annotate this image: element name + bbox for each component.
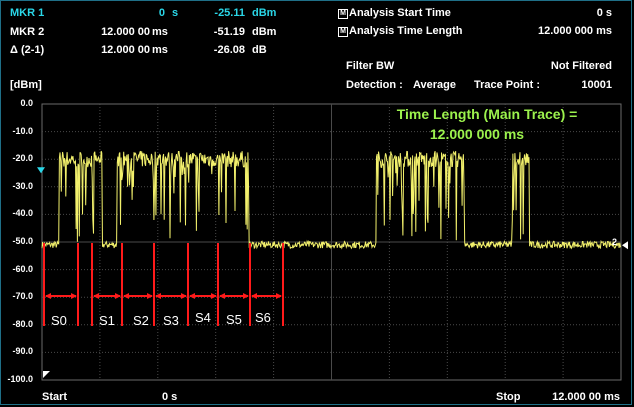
time-length-note-line2: 12.000 000 ms xyxy=(429,126,525,142)
segment-arrowhead-right xyxy=(181,293,187,299)
grid xyxy=(41,103,622,381)
segment-label-s0: S0 xyxy=(51,313,67,328)
y-tick-label: -30.0 xyxy=(12,180,33,191)
y-tick-label: -60.0 xyxy=(12,263,33,274)
segment-arrowhead-left xyxy=(219,293,225,299)
time-length-note-line1: Time Length (Main Trace) = xyxy=(396,106,578,122)
marker-2-tag: 2 xyxy=(612,237,618,247)
segment-label-s3: S3 xyxy=(163,313,179,328)
segment-arrowhead-right xyxy=(276,293,282,299)
footer-start-value[interactable]: 0 s xyxy=(162,391,177,403)
y-tick-label: -70.0 xyxy=(12,291,33,302)
y-tick-label: -90.0 xyxy=(12,346,33,357)
segment-arrowhead-left xyxy=(93,293,99,299)
footer-start-label: Start xyxy=(42,391,68,403)
markers xyxy=(37,167,628,378)
segment-label-s6: S6 xyxy=(255,310,271,325)
segment-arrowhead-left xyxy=(189,293,195,299)
segment-arrowhead-right xyxy=(71,293,77,299)
trace-plot[interactable] xyxy=(0,0,634,407)
segment-label-s4: S4 xyxy=(195,310,211,325)
y-tick-label: -10.0 xyxy=(12,125,33,136)
segment-arrowhead-left xyxy=(251,293,257,299)
segment-arrowhead-right xyxy=(115,293,121,299)
segment-arrowhead-left xyxy=(45,293,51,299)
segment-arrowhead-left xyxy=(123,293,129,299)
marker-2-triangle xyxy=(622,241,628,250)
y-tick-label: -100.0 xyxy=(7,374,33,384)
footer-stop-label: Stop xyxy=(496,391,521,403)
segment-label-s5: S5 xyxy=(226,312,242,327)
marker-1-triangle xyxy=(37,167,45,174)
y-tick-label: -40.0 xyxy=(12,208,33,219)
y-tick-label: -50.0 xyxy=(12,236,33,246)
segment-label-s1: S1 xyxy=(99,313,115,328)
segment-label-s2: S2 xyxy=(133,313,149,328)
footer-stop-value[interactable]: 12.000 00 ms xyxy=(540,391,620,403)
y-tick-label: -20.0 xyxy=(12,153,33,164)
segment-arrowhead-right xyxy=(243,293,249,299)
y-tick-label: 0.0 xyxy=(20,98,33,108)
segment-arrowhead-right xyxy=(147,293,153,299)
corner-marker-icon xyxy=(43,371,50,378)
y-tick-label: -80.0 xyxy=(12,318,33,329)
